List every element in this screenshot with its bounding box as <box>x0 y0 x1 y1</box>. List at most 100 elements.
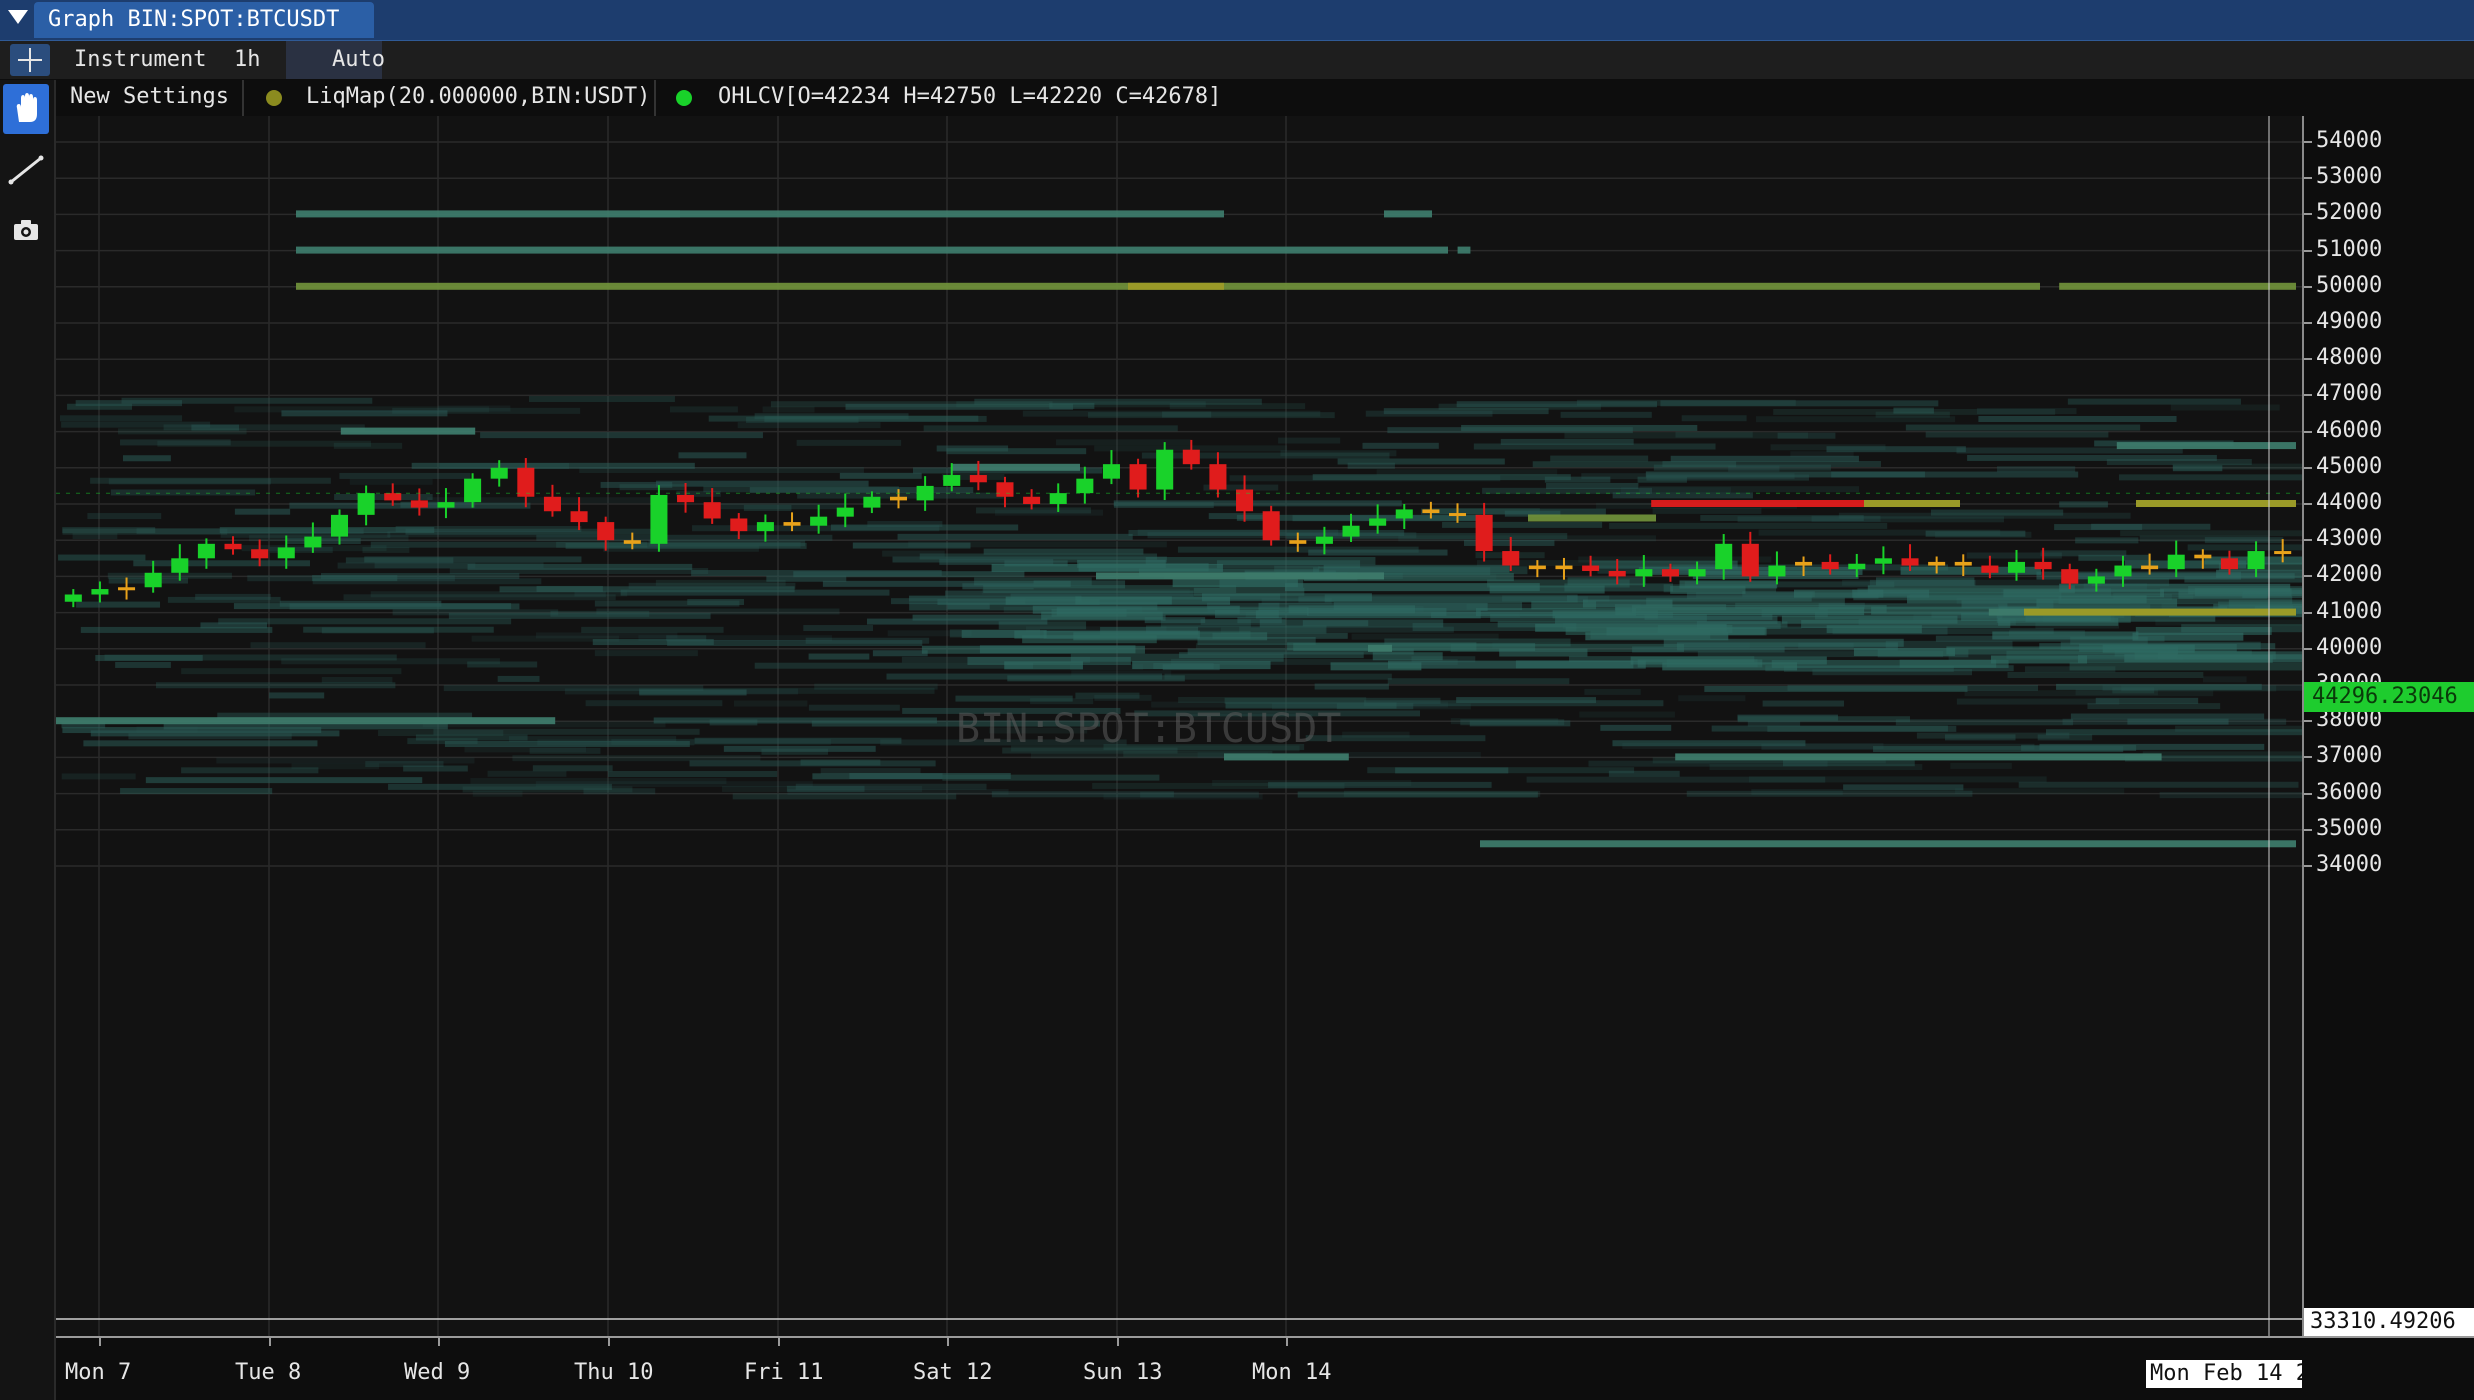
price-tick-mark <box>2304 575 2312 578</box>
hand-icon <box>16 93 37 122</box>
heatmap-cell <box>608 770 778 777</box>
liquidation-band <box>1384 210 1432 218</box>
heatmap-cell <box>104 654 397 661</box>
heatmap-cell <box>1895 719 2074 726</box>
heatmap-cell <box>1925 431 2109 438</box>
heatmap-cell <box>1756 416 1956 423</box>
price-tick-mark <box>2304 865 2312 867</box>
candle-body <box>2141 565 2159 570</box>
candle-body <box>251 549 269 559</box>
price-tick-mark <box>2304 828 2312 831</box>
time-tick-mark <box>99 1338 101 1346</box>
tool-sidebar <box>0 80 56 1400</box>
candle-body <box>1608 570 1626 577</box>
instrument-button[interactable]: Instrument <box>74 47 206 72</box>
candle-body <box>1901 558 1919 566</box>
heatmap-cell <box>2003 589 2165 598</box>
heatmap-cell <box>1094 694 1152 701</box>
heatmap-cell <box>1612 492 1753 499</box>
heatmap-cell <box>1526 776 1826 783</box>
heatmap-cell <box>1997 466 2076 473</box>
interval-button[interactable]: 1h <box>234 47 261 72</box>
time-tick-mark <box>1286 1338 1288 1346</box>
price-tick-label: 45000 <box>2316 453 2383 479</box>
heatmap-cell <box>1992 631 2139 640</box>
candle-body <box>570 511 588 523</box>
candle-body <box>1715 543 1733 570</box>
liquidation-band <box>1457 246 1471 254</box>
heatmap-cell <box>362 546 410 553</box>
heatmap-cell <box>163 424 365 431</box>
candle-body <box>2034 561 2052 570</box>
heatmap-cell <box>574 590 628 597</box>
candle-body <box>1768 565 1786 577</box>
heatmap-cell <box>923 425 1178 432</box>
candle-body <box>1049 493 1067 504</box>
heatmap-cell <box>536 534 833 541</box>
heatmap-cell <box>732 793 957 800</box>
price-tick-mark <box>2304 539 2312 542</box>
heatmap-cell <box>1342 731 1410 738</box>
chart-plot-area[interactable]: BIN:SPOT:BTCUSDT <box>56 116 2302 1336</box>
heatmap-cell <box>2060 641 2261 650</box>
price-tick-label: 47000 <box>2316 381 2383 407</box>
chevron-down-icon[interactable] <box>8 10 28 24</box>
heatmap-cell <box>1421 508 1606 515</box>
candle-body <box>2087 576 2105 584</box>
heatmap-cell <box>1945 734 2016 741</box>
heatmap-cell <box>269 692 325 699</box>
heatmap-cell <box>83 740 318 747</box>
new-settings-button[interactable]: New Settings <box>70 84 229 109</box>
heatmap-cell <box>1608 770 1680 777</box>
heatmap-cell <box>867 521 943 528</box>
auto-scale-button[interactable]: Auto <box>286 41 385 79</box>
screenshot-button[interactable] <box>3 204 49 254</box>
heatmap-cell <box>921 645 1145 654</box>
heatmap-cell <box>1728 465 1780 472</box>
hand-tool-button[interactable] <box>3 84 49 134</box>
heatmap-cell <box>337 562 476 569</box>
ohlcv-series-label[interactable]: OHLCV[O=42234 H=42750 L=42220 C=42678] <box>718 84 1221 109</box>
heatmap-cell <box>1790 451 1854 458</box>
candle-body <box>1582 565 1600 571</box>
time-axis[interactable]: Mon 7 Tue 8 Wed 9 Thu 10 Fri 11 Sat 12 Sun 13 M… <box>56 1336 2406 1400</box>
candle-body <box>1129 464 1147 490</box>
heatmap-cell <box>1088 412 1335 419</box>
symbol-watermark: BIN:SPOT:BTCUSDT <box>956 706 1342 752</box>
candle-body <box>1741 543 1759 577</box>
heatmap-cell <box>998 621 1087 630</box>
heatmap-cell <box>1288 605 1416 614</box>
candle-body <box>1874 558 1892 564</box>
heatmap-cell <box>133 560 310 567</box>
plus-icon[interactable] <box>10 44 50 76</box>
heatmap-cell <box>2069 662 2302 671</box>
heatmap-cell <box>1852 589 1930 598</box>
line-tool-button[interactable] <box>3 144 49 194</box>
price-tick-mark <box>2304 141 2312 143</box>
heatmap-cell <box>1831 471 2079 478</box>
heatmap-cell <box>1964 690 2214 697</box>
heatmap-cell <box>1950 762 2012 769</box>
heatmap-cell <box>808 653 870 660</box>
time-tick-label: Sun 13 <box>1083 1360 1163 1385</box>
last-price-label: 44296.23046 <box>2304 682 2474 712</box>
price-axis[interactable]: 54000 53000 52000 51000 50000 49000 48000 47000… <box>2302 116 2474 1336</box>
heatmap-cell <box>897 533 1133 540</box>
price-tick-label: 54000 <box>2316 128 2383 153</box>
heatmap-cell <box>812 773 943 780</box>
liqmap-series-label[interactable]: LiqMap(20.000000,BIN:USDT) <box>306 84 650 109</box>
heatmap-cell <box>1737 716 1911 723</box>
heatmap-cell <box>122 455 171 462</box>
heatmap-cell <box>333 442 403 449</box>
heatmap-cell <box>1787 684 2039 691</box>
candle-body <box>1661 569 1679 577</box>
heatmap-cell <box>793 571 1025 578</box>
candle-body <box>810 516 828 526</box>
heatmap-cell <box>1336 703 1414 710</box>
heatmap-cell <box>1532 461 1737 468</box>
heatmap-cell <box>882 550 945 557</box>
candle-body <box>863 496 881 508</box>
heatmap-cell <box>796 439 902 446</box>
liquidation-band <box>2059 282 2296 290</box>
ohlcv-dot-icon <box>676 90 692 106</box>
